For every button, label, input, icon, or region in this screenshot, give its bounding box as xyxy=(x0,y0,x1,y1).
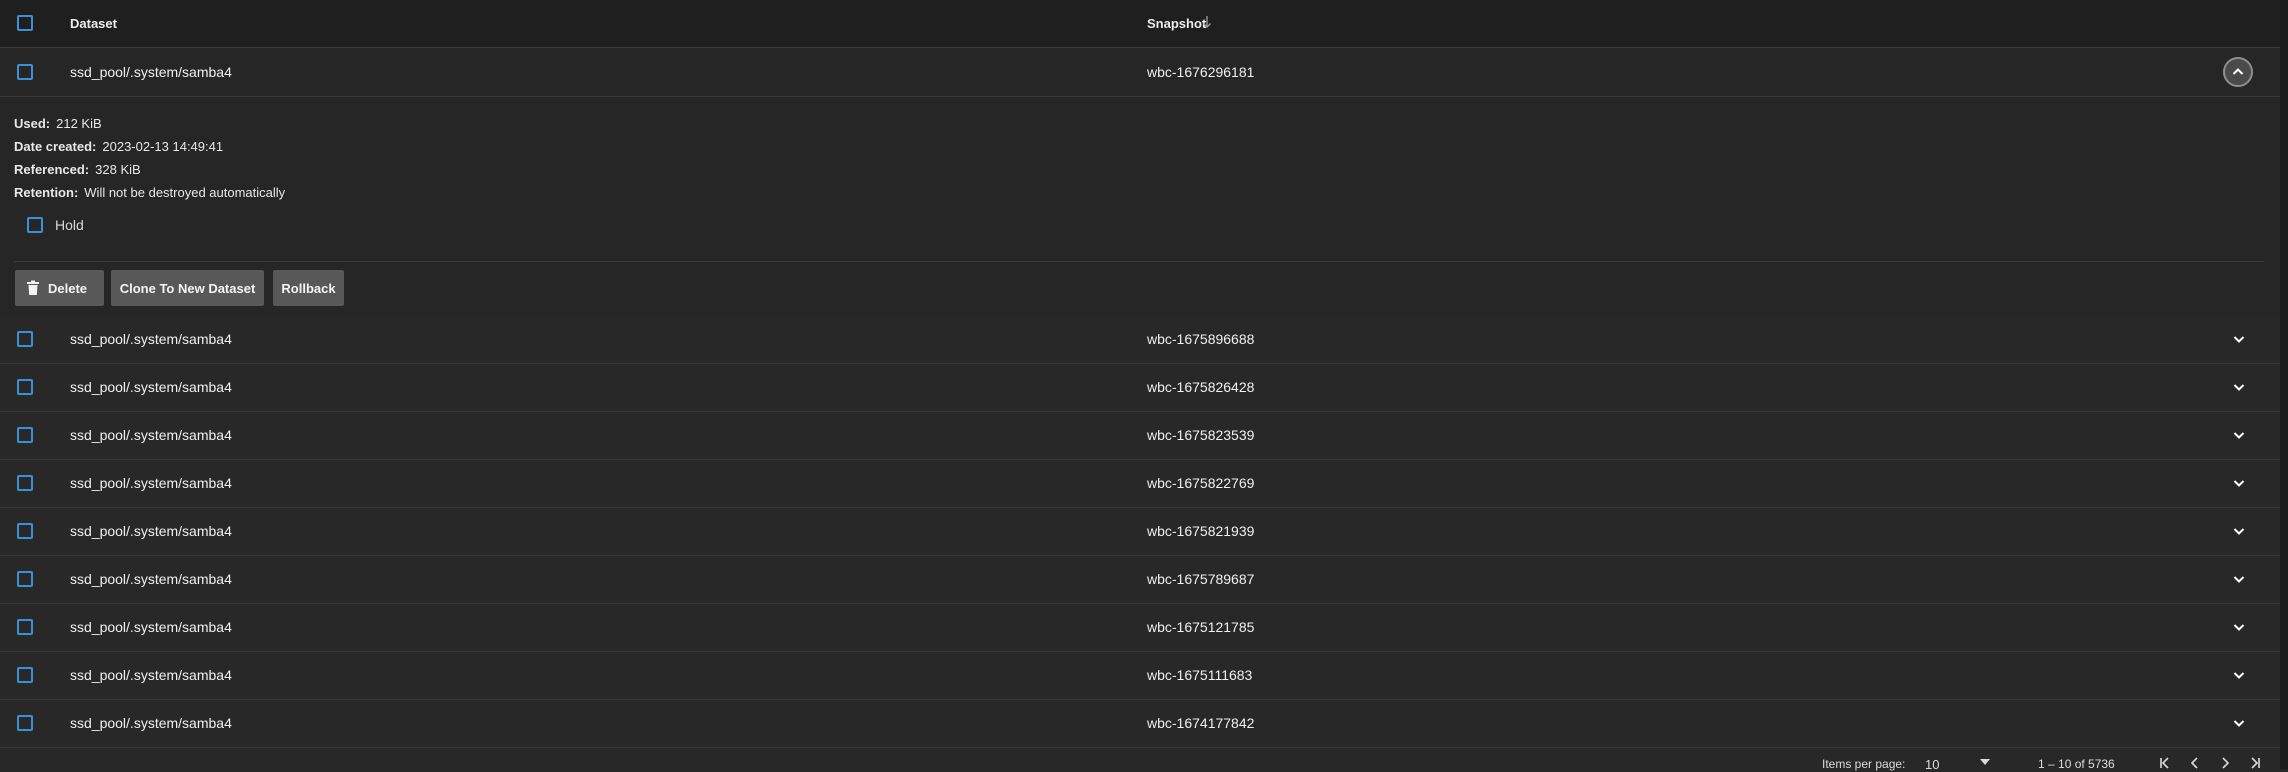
dataset-cell: ssd_pool/.system/samba4 xyxy=(70,619,232,635)
snapshot-details: Used: 212 KiB Date created: 2023-02-13 14:… xyxy=(0,97,2280,317)
retention-value: Will not be destroyed automatically xyxy=(84,185,286,200)
chevron-down-icon[interactable] xyxy=(2231,571,2247,587)
sort-descending-icon[interactable] xyxy=(1202,15,1212,29)
dataset-cell: ssd_pool/.system/samba4 xyxy=(70,571,232,587)
dataset-cell: ssd_pool/.system/samba4 xyxy=(70,379,232,395)
items-per-page-select[interactable]: 10 xyxy=(1925,757,1939,772)
delete-label: Delete xyxy=(48,280,88,296)
chevron-down-icon[interactable] xyxy=(2231,619,2247,635)
snapshot-cell: wbc-1675896688 xyxy=(1147,331,1255,347)
snapshot-cell: wbc-1675821939 xyxy=(1147,523,1255,539)
chevron-up-icon xyxy=(2232,68,2244,75)
hold-label[interactable]: Hold xyxy=(55,217,84,233)
scrollbar-track[interactable] xyxy=(2280,0,2288,769)
detail-date-created: Date created: 2023-02-13 14:49:41 xyxy=(14,139,223,154)
hold-checkbox[interactable] xyxy=(27,217,43,233)
column-header-snapshot[interactable]: Snapshot xyxy=(1147,16,1206,31)
snapshot-cell: wbc-1675826428 xyxy=(1147,379,1255,395)
detail-used: Used: 212 KiB xyxy=(14,116,102,131)
dataset-cell: ssd_pool/.system/samba4 xyxy=(70,715,232,731)
details-divider xyxy=(14,261,2264,262)
table-row[interactable]: ssd_pool/.system/samba4 wbc-1675111683 xyxy=(0,652,2280,700)
previous-page-icon[interactable] xyxy=(2188,756,2202,770)
detail-retention: Retention: Will not be destroyed automati… xyxy=(14,185,285,200)
used-value: 212 KiB xyxy=(56,116,102,131)
referenced-value: 328 KiB xyxy=(95,162,141,177)
retention-label: Retention: xyxy=(14,185,79,200)
referenced-label: Referenced: xyxy=(14,162,90,177)
table-row[interactable]: ssd_pool/.system/samba4 wbc-1674177842 xyxy=(0,700,2280,748)
snapshot-cell: wbc-1676296181 xyxy=(1147,64,1255,80)
chevron-down-icon[interactable] xyxy=(2231,427,2247,443)
collapse-row-button[interactable] xyxy=(2223,57,2253,87)
delete-button[interactable]: Delete xyxy=(15,270,104,306)
dataset-cell: ssd_pool/.system/samba4 xyxy=(70,523,232,539)
row-checkbox[interactable] xyxy=(17,523,33,539)
chevron-down-icon[interactable] xyxy=(2231,475,2247,491)
table-row[interactable]: ssd_pool/.system/samba4 wbc-1675896688 xyxy=(0,316,2280,364)
detail-referenced: Referenced: 328 KiB xyxy=(14,162,141,177)
table-row[interactable]: ssd_pool/.system/samba4 wbc-1675823539 xyxy=(0,412,2280,460)
chevron-down-icon[interactable] xyxy=(2231,379,2247,395)
chevron-down-icon[interactable] xyxy=(2231,715,2247,731)
dropdown-arrow-icon[interactable] xyxy=(1980,759,1990,765)
date-created-value: 2023-02-13 14:49:41 xyxy=(102,139,224,154)
row-checkbox[interactable] xyxy=(17,571,33,587)
next-page-icon[interactable] xyxy=(2218,756,2232,770)
rollback-button[interactable]: Rollback xyxy=(273,270,344,306)
chevron-down-icon[interactable] xyxy=(2231,667,2247,683)
row-checkbox[interactable] xyxy=(17,331,33,347)
trash-icon xyxy=(27,280,39,295)
snapshot-cell: wbc-1674177842 xyxy=(1147,715,1255,731)
row-checkbox[interactable] xyxy=(17,379,33,395)
row-checkbox[interactable] xyxy=(17,64,33,80)
chevron-down-icon[interactable] xyxy=(2231,523,2247,539)
table-row[interactable]: ssd_pool/.system/samba4 wbc-1675822769 xyxy=(0,460,2280,508)
dataset-cell: ssd_pool/.system/samba4 xyxy=(70,667,232,683)
last-page-icon[interactable] xyxy=(2248,756,2262,770)
table-row[interactable]: ssd_pool/.system/samba4 wbc-1675826428 xyxy=(0,364,2280,412)
paginator: Items per page: 10 1 – 10 of 5736 xyxy=(0,749,2280,772)
row-checkbox[interactable] xyxy=(17,715,33,731)
snapshot-cell: wbc-1675823539 xyxy=(1147,427,1255,443)
snapshot-cell: wbc-1675789687 xyxy=(1147,571,1255,587)
clone-to-new-dataset-button[interactable]: Clone To New Dataset xyxy=(111,270,264,306)
used-label: Used: xyxy=(14,116,51,131)
dataset-cell: ssd_pool/.system/samba4 xyxy=(70,64,232,80)
table-row-expanded[interactable]: ssd_pool/.system/samba4 wbc-1676296181 xyxy=(0,48,2280,97)
dataset-cell: ssd_pool/.system/samba4 xyxy=(70,331,232,347)
snapshot-cell: wbc-1675111683 xyxy=(1147,667,1253,683)
row-checkbox[interactable] xyxy=(17,427,33,443)
snapshot-cell: wbc-1675121785 xyxy=(1147,619,1255,635)
dataset-cell: ssd_pool/.system/samba4 xyxy=(70,475,232,491)
table-row[interactable]: ssd_pool/.system/samba4 wbc-1675821939 xyxy=(0,508,2280,556)
row-checkbox[interactable] xyxy=(17,667,33,683)
chevron-down-icon[interactable] xyxy=(2231,331,2247,347)
select-all-checkbox[interactable] xyxy=(17,15,33,31)
dataset-cell: ssd_pool/.system/samba4 xyxy=(70,427,232,443)
column-header-dataset[interactable]: Dataset xyxy=(70,16,117,31)
row-checkbox[interactable] xyxy=(17,619,33,635)
row-checkbox[interactable] xyxy=(17,475,33,491)
table-row[interactable]: ssd_pool/.system/samba4 wbc-1675789687 xyxy=(0,556,2280,604)
first-page-icon[interactable] xyxy=(2158,756,2172,770)
table-header: Dataset Snapshot xyxy=(0,0,2280,48)
date-created-label: Date created: xyxy=(14,139,97,154)
snapshot-cell: wbc-1675822769 xyxy=(1147,475,1255,491)
table-row[interactable]: ssd_pool/.system/samba4 wbc-1675121785 xyxy=(0,604,2280,652)
